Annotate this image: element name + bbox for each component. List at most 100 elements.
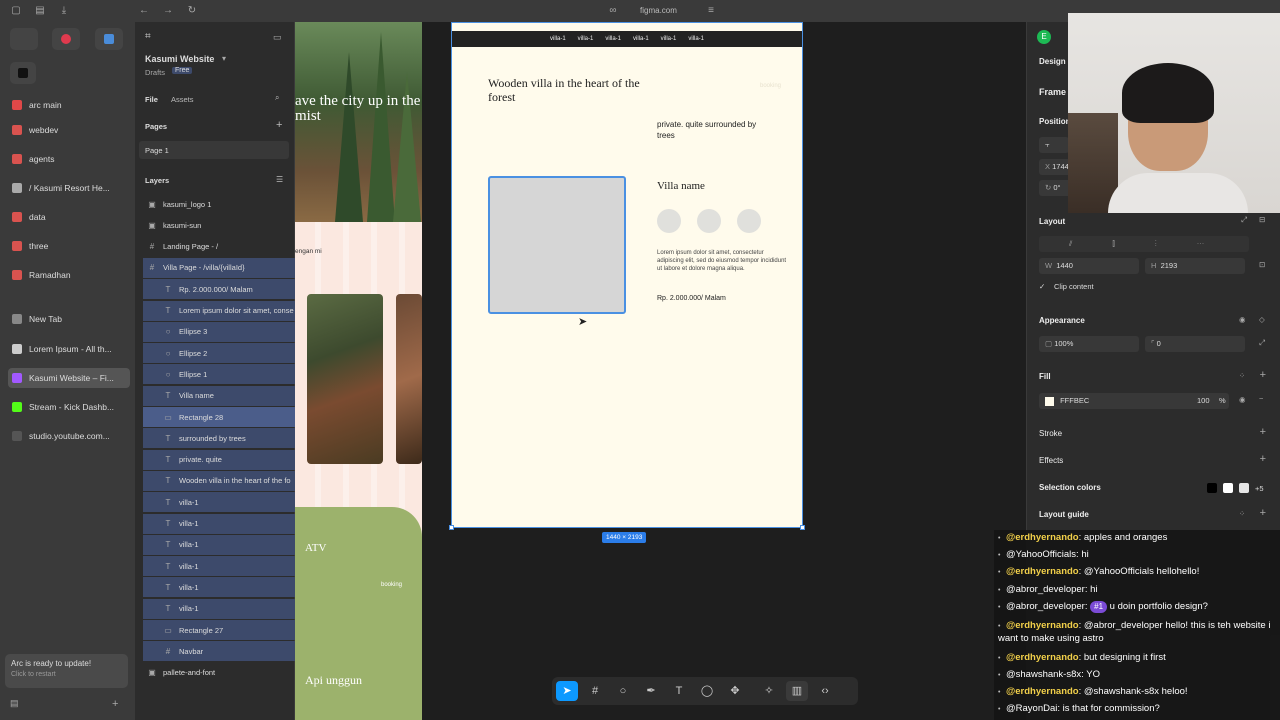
layer-row[interactable]: T Lorem ipsum dolor sit amet, conse (143, 300, 295, 321)
styles-icon[interactable]: ⁘ (1239, 509, 1245, 518)
private-text[interactable]: private. quite surrounded by trees (657, 119, 757, 141)
add-page-plus-icon[interactable]: + (276, 119, 282, 131)
settings-icon[interactable]: ≡ (705, 5, 717, 17)
pinned-tab[interactable] (10, 62, 36, 84)
code-tool-icon[interactable]: ‹› (814, 681, 836, 701)
move-tool-icon[interactable]: ➤ (556, 681, 578, 701)
layer-row[interactable]: Tvilla-1 (143, 577, 295, 598)
villa-page-frame[interactable]: villa-1 villa-1 villa-1 villa-1 villa-1 villa… (451, 22, 803, 528)
layer-row[interactable]: ▣ pallete-and-font (143, 663, 295, 683)
drafts-label[interactable]: Drafts (145, 68, 165, 77)
search-icon[interactable]: ⌕ (275, 93, 279, 103)
villa-hero-title[interactable]: Wooden villa in the heart of the forest (488, 76, 648, 104)
tabs-icon[interactable]: ▤ (34, 5, 46, 17)
chat-username[interactable]: @abror_developer (1006, 584, 1085, 595)
arc-tab-item[interactable]: Ramadhan (8, 265, 130, 285)
chat-username[interactable]: @erdhyernando (1006, 620, 1079, 631)
layer-row[interactable]: Tvilla-1 (143, 598, 295, 619)
components-tool-icon[interactable]: ✥ (724, 681, 746, 701)
nav-link[interactable]: villa-1 (688, 36, 704, 42)
tab-file[interactable]: File (145, 95, 158, 104)
layer-row[interactable]: ○ Ellipse 2 (143, 343, 295, 364)
comment-tool-icon[interactable]: ◯ (696, 681, 718, 701)
nav-link[interactable]: villa-1 (633, 36, 649, 42)
arc-tab-item[interactable]: arc main (8, 95, 130, 115)
arc-tab-item[interactable]: data (8, 207, 130, 227)
avatar[interactable]: E (1037, 30, 1051, 44)
layer-row[interactable]: ▭ Rectangle 27 (143, 620, 295, 640)
shape-tool-icon[interactable]: ○ (612, 681, 634, 701)
more-colors-count[interactable]: +5 (1255, 484, 1264, 493)
text-tool-icon[interactable]: T (668, 681, 690, 701)
layers-list-icon[interactable]: ☰ (276, 175, 283, 184)
nav-link[interactable]: villa-1 (605, 36, 621, 42)
resize-handle[interactable] (800, 525, 805, 530)
frame-type-label[interactable]: Frame (1039, 87, 1066, 97)
tab-design[interactable]: Design (1039, 57, 1066, 66)
layer-row[interactable]: ▭ Rectangle 28 (143, 407, 295, 427)
arc-update-banner[interactable]: Arc is ready to update! Click to restart (5, 654, 128, 688)
ellipse-2[interactable] (697, 209, 721, 233)
landing-page-frame[interactable]: ave the city up in the mist engan mi ATV… (295, 22, 422, 720)
width-field[interactable]: W 1440 (1039, 258, 1139, 274)
devmode-tool-icon[interactable]: ▥ (786, 681, 808, 701)
arc-tab-item[interactable]: / Kasumi Resort He... (8, 178, 130, 198)
nav-link[interactable]: villa-1 (578, 36, 594, 42)
nav-link[interactable]: villa-1 (550, 36, 566, 42)
layer-row[interactable]: Tsurrounded by trees (143, 428, 295, 449)
arc-tab-item[interactable]: three (8, 236, 130, 256)
arc-tab-item[interactable]: Stream - Kick Dashb... (8, 397, 130, 417)
arc-tab-item[interactable]: Kasumi Website – Fi... (8, 368, 130, 388)
opacity-field[interactable]: ▢ 100% (1039, 336, 1139, 352)
file-name[interactable]: Kasumi Website (145, 54, 214, 64)
fill-swatch[interactable] (1045, 396, 1054, 406)
layer-row[interactable]: # Villa Page - /villa/{villaId} (143, 257, 295, 278)
chat-username[interactable]: @erdhyernando (1006, 532, 1079, 543)
rectangle-28[interactable] (488, 176, 626, 314)
layer-row[interactable]: ▣ kasumi-sun (143, 215, 295, 235)
archive-icon[interactable]: ▤ (10, 698, 19, 709)
ai-tool-icon[interactable]: ✧ (758, 681, 780, 701)
rotation-field[interactable]: ↻ 0° (1039, 180, 1071, 196)
page-item-page-1[interactable]: Page 1 (139, 141, 289, 159)
remove-fill-icon[interactable]: − (1259, 394, 1263, 403)
price-text[interactable]: Rp. 2.000.000/ Malam (657, 295, 726, 302)
add-effect-plus-icon[interactable]: + (1260, 453, 1266, 465)
sidebar-toggle-icon[interactable]: ▢ (10, 5, 22, 17)
eye-icon[interactable]: ◉ (1239, 315, 1246, 324)
radius-field[interactable]: ⌜ 0 (1145, 336, 1245, 352)
panel-toggle-icon[interactable]: ▭ (273, 32, 282, 43)
chevron-down-icon[interactable]: ▾ (222, 54, 226, 63)
pen-tool-icon[interactable]: ✒ (640, 681, 662, 701)
corner-icon[interactable]: ⤢ (1259, 338, 1265, 348)
add-stroke-plus-icon[interactable]: + (1260, 426, 1266, 438)
download-icon[interactable]: ⤓ (58, 5, 70, 17)
color-swatch[interactable] (1207, 483, 1217, 493)
chat-username[interactable]: @abror_developer (1006, 601, 1085, 612)
chat-username[interactable]: @erdhyernando (1006, 652, 1079, 663)
frame-tool-icon[interactable]: # (584, 681, 606, 701)
chat-username[interactable]: @erdhyernando (1006, 686, 1079, 697)
align-icon[interactable]: ⫟ (1039, 137, 1069, 153)
layout-mode-buttons[interactable]: ⫽⫿⋮⋯ (1039, 236, 1249, 252)
layer-row[interactable]: ○ Ellipse 3 (143, 321, 295, 342)
layer-row[interactable]: ▣ kasumi_logo 1 (143, 194, 295, 214)
x-field[interactable]: X 1744 (1039, 159, 1071, 175)
styles-icon[interactable]: ⁘ (1239, 371, 1245, 380)
ellipse-1[interactable] (657, 209, 681, 233)
chat-username[interactable]: @RayonDai (1006, 703, 1057, 714)
layer-row[interactable]: T Rp. 2.000.000/ Malam (143, 279, 295, 300)
color-swatch[interactable] (1223, 483, 1233, 493)
eye-icon[interactable]: ◉ (1239, 395, 1246, 404)
forward-icon[interactable]: → (162, 5, 174, 17)
figma-canvas[interactable]: ave the city up in the mist engan mi ATV… (295, 22, 1026, 720)
arc-tab-item[interactable]: New Tab (8, 309, 130, 329)
chat-username[interactable]: @YahooOfficials (1006, 549, 1076, 560)
resize-handle[interactable] (449, 525, 454, 530)
height-field[interactable]: H 2193 (1145, 258, 1245, 274)
color-swatch[interactable] (1239, 483, 1249, 493)
pinned-tab[interactable] (10, 28, 38, 50)
new-tab-plus-icon[interactable]: + (112, 698, 118, 710)
arc-tab-item[interactable]: Lorem Ipsum - All th... (8, 339, 130, 359)
lorem-text[interactable]: Lorem ipsum dolor sit amet, consectetur … (657, 249, 789, 273)
